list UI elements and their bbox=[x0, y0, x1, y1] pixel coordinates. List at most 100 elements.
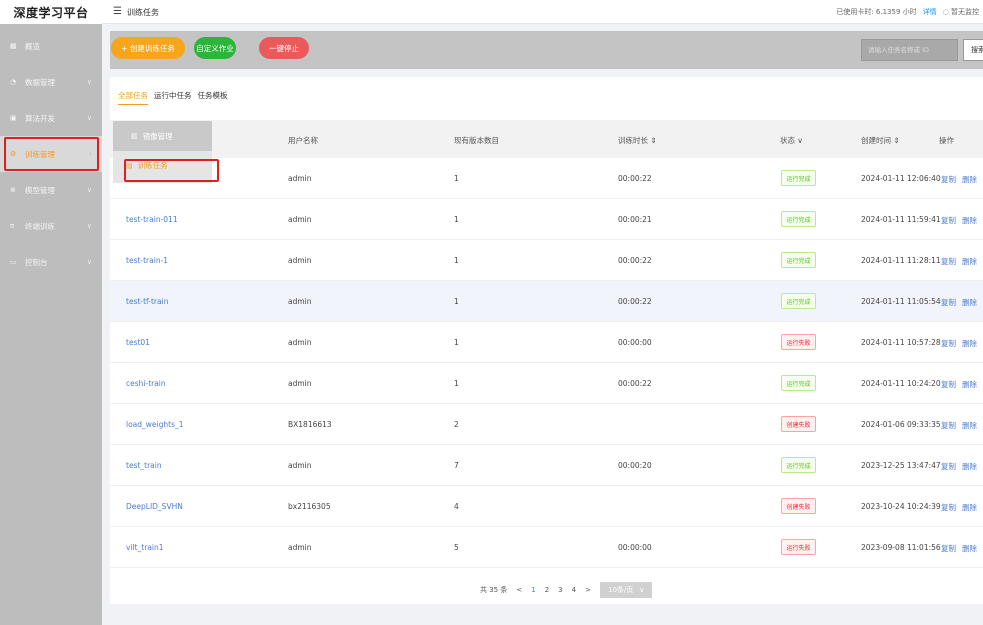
sidebar-item-terminal[interactable]: π 终端训练 ∨ bbox=[0, 208, 102, 244]
delete-link[interactable]: 删除 bbox=[962, 462, 977, 471]
data-icon: ◔ bbox=[10, 78, 17, 86]
sidebar-item-label: 控制台 bbox=[25, 257, 48, 267]
delete-link[interactable]: 删除 bbox=[962, 503, 977, 512]
dev-icon: ▣ bbox=[10, 114, 17, 122]
usage-detail-link[interactable]: 详情 bbox=[923, 7, 937, 17]
user-cell: bx2116305 bbox=[288, 502, 331, 511]
table-row[interactable]: load_weights_1 BX1816613 2 创建失败 2024-01-06 0… bbox=[110, 404, 983, 445]
table-row[interactable]: test-tf-train admin 1 00:00:22 运行完成 2024-01-1… bbox=[110, 281, 983, 322]
user-cell: admin bbox=[288, 338, 312, 347]
col-created[interactable]: 创建时间 ⇕ bbox=[861, 135, 900, 146]
table-row[interactable]: test01 admin 1 00:00:00 运行失败 2024-01-11 10:57… bbox=[110, 322, 983, 363]
delete-link[interactable]: 删除 bbox=[962, 257, 977, 266]
sidebar-item-overview[interactable]: ▦ 概览 bbox=[0, 28, 102, 64]
task-name-link[interactable]: test-train-1 bbox=[126, 256, 168, 265]
console-icon: ▭ bbox=[10, 258, 17, 266]
sidebar-item-label: 数据管理 bbox=[25, 77, 55, 87]
task-name-link[interactable]: test-tf-train bbox=[126, 297, 168, 306]
delete-link[interactable]: 删除 bbox=[962, 298, 977, 307]
total-count: 共 35 条 bbox=[480, 586, 508, 594]
copy-link[interactable]: 复制 bbox=[941, 380, 956, 389]
table-row[interactable]: vilt_train1 admin 5 00:00:00 运行失败 2023-09-08 … bbox=[110, 527, 983, 568]
task-name-link[interactable]: test-train-011 bbox=[126, 215, 178, 224]
stop-all-button[interactable]: 一键停止 bbox=[259, 37, 309, 59]
copy-link[interactable]: 复制 bbox=[941, 503, 956, 512]
task-name-link[interactable]: test01 bbox=[126, 338, 150, 347]
delete-link[interactable]: 删除 bbox=[962, 175, 977, 184]
delete-link[interactable]: 删除 bbox=[962, 544, 977, 553]
page-3[interactable]: 3 bbox=[558, 586, 562, 594]
delete-link[interactable]: 删除 bbox=[962, 339, 977, 348]
model-icon: ⊗ bbox=[10, 186, 16, 194]
sidebar-item-dev[interactable]: ▣ 算法开发 ∨ bbox=[0, 100, 102, 136]
task-panel: 全部任务 运行中任务 任务模板 用户名称 现有版本数目 训练时长 ⇕ 状态 ∨ … bbox=[110, 77, 983, 604]
sidebar-item-data[interactable]: ◔ 数据管理 ∨ bbox=[0, 64, 102, 100]
copy-link[interactable]: 复制 bbox=[941, 462, 956, 471]
table-row[interactable]: test_train admin 7 00:00:20 运行完成 2023-12-25 1… bbox=[110, 445, 983, 486]
task-tabs: 全部任务 运行中任务 任务模板 bbox=[118, 90, 228, 105]
created-cell: 2024-01-11 10:57:28 bbox=[861, 338, 941, 347]
duration-cell: 00:00:22 bbox=[618, 297, 652, 306]
create-task-button[interactable]: + 创建训练任务 bbox=[111, 37, 185, 59]
delete-link[interactable]: 删除 bbox=[962, 380, 977, 389]
chevron-down-icon: ∨ bbox=[86, 186, 92, 194]
next-page-button[interactable]: > bbox=[585, 586, 591, 594]
table-row[interactable]: test-train-1 admin 1 00:00:22 运行完成 2024-01-11… bbox=[110, 240, 983, 281]
task-name-link[interactable]: test_train bbox=[126, 461, 162, 470]
delete-link[interactable]: 删除 bbox=[962, 421, 977, 430]
copy-link[interactable]: 复制 bbox=[941, 257, 956, 266]
task-name-link[interactable]: load_weights_1 bbox=[126, 420, 184, 429]
col-user: 用户名称 bbox=[288, 136, 318, 145]
user-cell: admin bbox=[288, 543, 312, 552]
table-row[interactable]: ceshi-train admin 1 00:00:22 运行完成 2024-01-11 … bbox=[110, 363, 983, 404]
col-duration[interactable]: 训练时长 ⇕ bbox=[618, 135, 657, 146]
table-row[interactable]: admin 1 00:00:22 运行完成 2024-01-11 12:06:40 复制删… bbox=[110, 158, 983, 199]
status-badge: 创建失败 bbox=[781, 498, 816, 514]
row-actions: 复制 删除 bbox=[941, 297, 983, 308]
menu-icon[interactable]: ☰ bbox=[113, 6, 122, 17]
tab-running-tasks[interactable]: 运行中任务 bbox=[154, 90, 192, 105]
row-actions: 复制 删除 bbox=[941, 379, 983, 390]
table-row[interactable]: DeepLID_SVHN bx2116305 4 创建失败 2023-10-24 10:… bbox=[110, 486, 983, 527]
version-cell: 4 bbox=[454, 502, 459, 511]
copy-link[interactable]: 复制 bbox=[941, 175, 956, 184]
tab-all-tasks[interactable]: 全部任务 bbox=[118, 90, 148, 105]
task-name-link[interactable]: ceshi-train bbox=[126, 379, 166, 388]
table-header: 用户名称 现有版本数目 训练时长 ⇕ 状态 ∨ 创建时间 ⇕ 操作 bbox=[110, 120, 983, 158]
tab-task-templates[interactable]: 任务模板 bbox=[198, 90, 228, 105]
page-4[interactable]: 4 bbox=[572, 586, 576, 594]
col-status[interactable]: 状态 ∨ bbox=[780, 135, 803, 146]
status-badge: 创建失败 bbox=[781, 416, 816, 432]
user-cell: admin bbox=[288, 461, 312, 470]
sidebar: ▦ 概览 ◔ 数据管理 ∨ ▣ 算法开发 ∨ ⚙ 训练管理 › ⊗ 模型管理 ∨… bbox=[0, 24, 102, 625]
monitor-status[interactable]: ◌ 暂无监控 bbox=[943, 7, 979, 17]
pagination: 共 35 条 < 1 2 3 4 > 10条/页 ∨ bbox=[480, 581, 653, 599]
copy-link[interactable]: 复制 bbox=[941, 421, 956, 430]
copy-link[interactable]: 复制 bbox=[941, 339, 956, 348]
row-actions: 复制 删除 bbox=[941, 338, 983, 349]
page-2[interactable]: 2 bbox=[545, 586, 549, 594]
custom-job-button[interactable]: 自定义作业 bbox=[194, 37, 236, 59]
submenu-header-label: 镜像管理 bbox=[142, 131, 173, 141]
row-actions: 复制 删除 bbox=[941, 543, 983, 554]
table-row[interactable]: test-train-011 admin 1 00:00:21 运行完成 2024-01-… bbox=[110, 199, 983, 240]
task-name-link[interactable]: vilt_train1 bbox=[126, 543, 164, 552]
sidebar-item-model[interactable]: ⊗ 模型管理 ∨ bbox=[0, 172, 102, 208]
header-status: 已使用卡时: 6.1359 小时 详情 ◌ 暂无监控 bbox=[836, 7, 979, 17]
prev-page-button[interactable]: < bbox=[516, 586, 522, 594]
delete-link[interactable]: 删除 bbox=[962, 216, 977, 225]
task-name-link[interactable]: DeepLID_SVHN bbox=[126, 502, 183, 511]
search-input[interactable]: 请输入任务名称或 ID bbox=[861, 39, 958, 61]
copy-link[interactable]: 复制 bbox=[941, 298, 956, 307]
search-button[interactable]: 搜索 bbox=[963, 39, 983, 61]
chevron-down-icon: ∨ bbox=[86, 222, 92, 230]
page-size-select[interactable]: 10条/页 ∨ bbox=[599, 582, 653, 598]
page-1[interactable]: 1 bbox=[531, 586, 535, 594]
submenu-item-image[interactable]: ▥ 镜像管理 bbox=[113, 121, 212, 151]
created-cell: 2023-09-08 11:01:56 bbox=[861, 543, 941, 552]
copy-link[interactable]: 复制 bbox=[941, 216, 956, 225]
copy-link[interactable]: 复制 bbox=[941, 544, 956, 553]
image-icon: ▥ bbox=[131, 132, 138, 140]
sidebar-item-console[interactable]: ▭ 控制台 ∨ bbox=[0, 244, 102, 280]
logo[interactable]: 深度学习平台 bbox=[0, 0, 102, 24]
